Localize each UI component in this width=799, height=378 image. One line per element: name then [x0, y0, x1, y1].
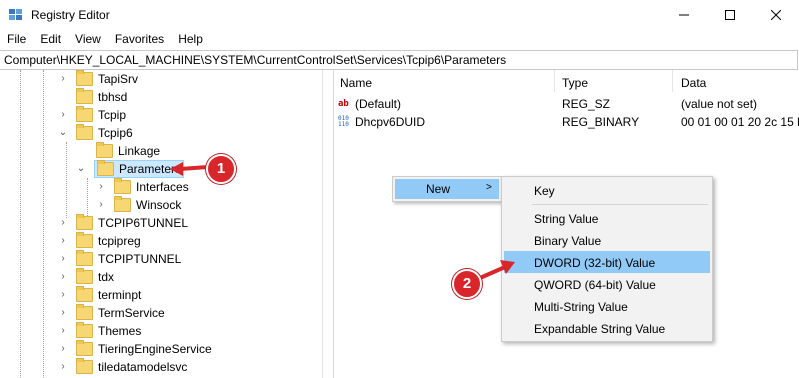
annotation-arrow-1: [170, 162, 209, 176]
annotation-overlay: [170, 162, 515, 280]
step-badge-1: 1: [206, 154, 236, 184]
step-badge-2: 2: [452, 269, 482, 299]
annotation-arrow-2: [479, 260, 515, 280]
